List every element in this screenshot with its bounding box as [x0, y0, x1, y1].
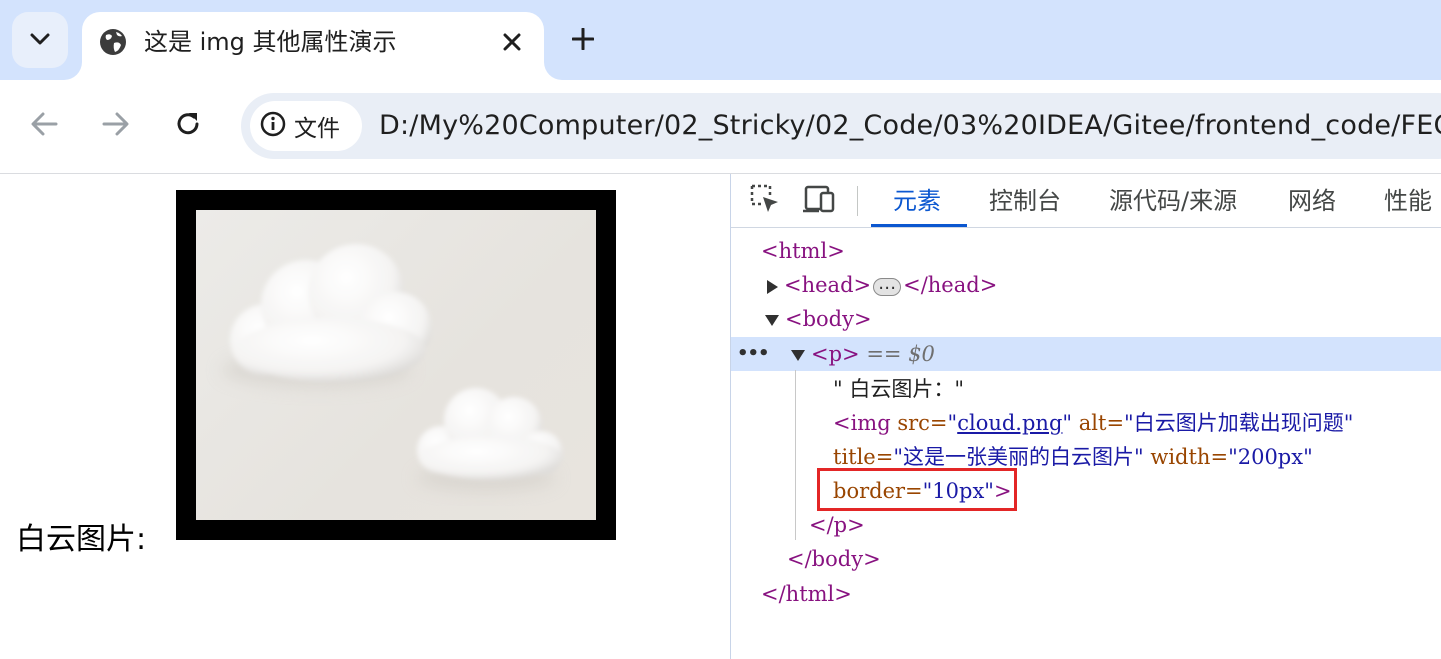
site-info-label: 文件 — [294, 116, 340, 142]
dom-tree: <html> <head>… </head> <body> ••• <p> == … — [731, 228, 1441, 659]
cloud-image-content — [196, 210, 596, 520]
dom-node-html[interactable]: <html> — [731, 234, 1441, 268]
site-info-chip[interactable]: 文件 — [250, 101, 362, 151]
alt-attr-value: "白云图片加载出现问题" — [1124, 411, 1354, 435]
tab-network[interactable]: 网络 — [1288, 184, 1336, 218]
tab-performance[interactable]: 性能 — [1384, 184, 1432, 218]
head-close-tag: </head> — [903, 273, 998, 297]
html-open-tag: <html> — [761, 239, 845, 263]
chevron-down-icon — [29, 31, 51, 50]
dom-node-body[interactable]: <body> — [731, 302, 1441, 336]
dom-text-node[interactable]: " 白云图片：" — [731, 372, 1441, 406]
html-close-tag: </html> — [761, 582, 852, 606]
forward-button[interactable] — [94, 104, 138, 148]
width-attr-name: width= — [1150, 445, 1229, 469]
dom-node-p-selected[interactable]: ••• <p> == $0 — [731, 337, 1441, 371]
collapse-triangle-icon[interactable] — [765, 315, 779, 326]
device-toolbar-button[interactable] — [801, 184, 837, 218]
tab-elements[interactable]: 元素 — [893, 184, 941, 218]
tree-indent-guide — [795, 370, 796, 540]
toolbar-divider — [857, 186, 858, 216]
src-quote-close: " — [1062, 411, 1073, 435]
address-bar[interactable]: 文件 D:/My%20Computer/02_Stricky/02_Code/0… — [241, 93, 1441, 159]
cloud-image — [176, 190, 616, 540]
alt-attr-name: alt= — [1078, 411, 1125, 435]
dom-node-p-close[interactable]: </p> — [731, 508, 1441, 542]
img-open-tag: <img — [833, 411, 891, 435]
collapsed-ellipsis-icon[interactable]: … — [873, 274, 902, 296]
dom-node-body-close[interactable]: </body> — [731, 542, 1441, 576]
reload-icon — [174, 110, 202, 142]
back-button[interactable] — [22, 104, 66, 148]
tab-console[interactable]: 控制台 — [989, 184, 1061, 218]
more-options-icon[interactable]: ••• — [737, 337, 770, 371]
paragraph-text: 白云图片: — [16, 522, 147, 557]
title-attr-name: title= — [833, 445, 894, 469]
active-tab-indicator — [871, 224, 967, 227]
url-text[interactable]: D:/My%20Computer/02_Stricky/02_Code/03%2… — [379, 108, 1441, 144]
src-quote-open: " — [947, 411, 958, 435]
dom-node-img[interactable]: <img src="cloud.png" alt="白云图片加载出现问题" — [731, 406, 1441, 440]
reload-button[interactable] — [166, 104, 210, 148]
devtools-tab-bar: 元素 控制台 源代码/来源 网络 性能 — [731, 174, 1441, 228]
browser-tab-active[interactable]: 这是 img 其他属性演示 — [82, 12, 544, 80]
device-icon — [802, 184, 836, 218]
src-attr-name: src= — [897, 411, 948, 435]
dom-node-head[interactable]: <head>… </head> — [731, 268, 1441, 302]
width-attr-value: "200px" — [1228, 445, 1313, 469]
inspect-element-button[interactable] — [747, 184, 783, 218]
plus-icon — [571, 27, 595, 54]
new-tab-button[interactable] — [562, 20, 604, 62]
tab-strip: 这是 img 其他属性演示 — [0, 0, 1441, 80]
title-attr-value: "这是一张美丽的白云图片" — [893, 445, 1144, 469]
src-link[interactable]: cloud.png — [957, 411, 1062, 435]
devtools-panel: 元素 控制台 源代码/来源 网络 性能 <html> <head>… </head… — [730, 174, 1441, 659]
info-icon — [260, 111, 286, 141]
arrow-right-icon — [102, 111, 130, 141]
close-icon[interactable] — [494, 24, 530, 60]
browser-toolbar: 文件 D:/My%20Computer/02_Stricky/02_Code/0… — [0, 80, 1441, 174]
head-open-tag: <head> — [784, 273, 872, 297]
dom-node-html-close[interactable]: </html> — [731, 577, 1441, 611]
inspect-cursor-icon — [749, 183, 781, 219]
body-close-tag: </body> — [787, 547, 881, 571]
p-open-tag: <p> — [811, 342, 860, 366]
tab-sources[interactable]: 源代码/来源 — [1109, 184, 1237, 218]
globe-icon — [98, 27, 128, 57]
p-close-tag: </p> — [809, 513, 865, 537]
body-open-tag: <body> — [785, 307, 872, 331]
page-viewport: 白云图片: — [0, 174, 730, 659]
text-node-value: " 白云图片：" — [833, 377, 964, 401]
tab-title: 这是 img 其他属性演示 — [144, 28, 397, 56]
selected-node-marker: == $0 — [866, 342, 935, 366]
arrow-left-icon — [30, 111, 58, 141]
annotation-highlight-box — [817, 468, 1017, 511]
cloud-illustration — [221, 244, 563, 492]
collapse-triangle-icon[interactable] — [791, 350, 805, 361]
expand-triangle-icon[interactable] — [767, 279, 778, 294]
tab-search-button[interactable] — [12, 12, 68, 68]
